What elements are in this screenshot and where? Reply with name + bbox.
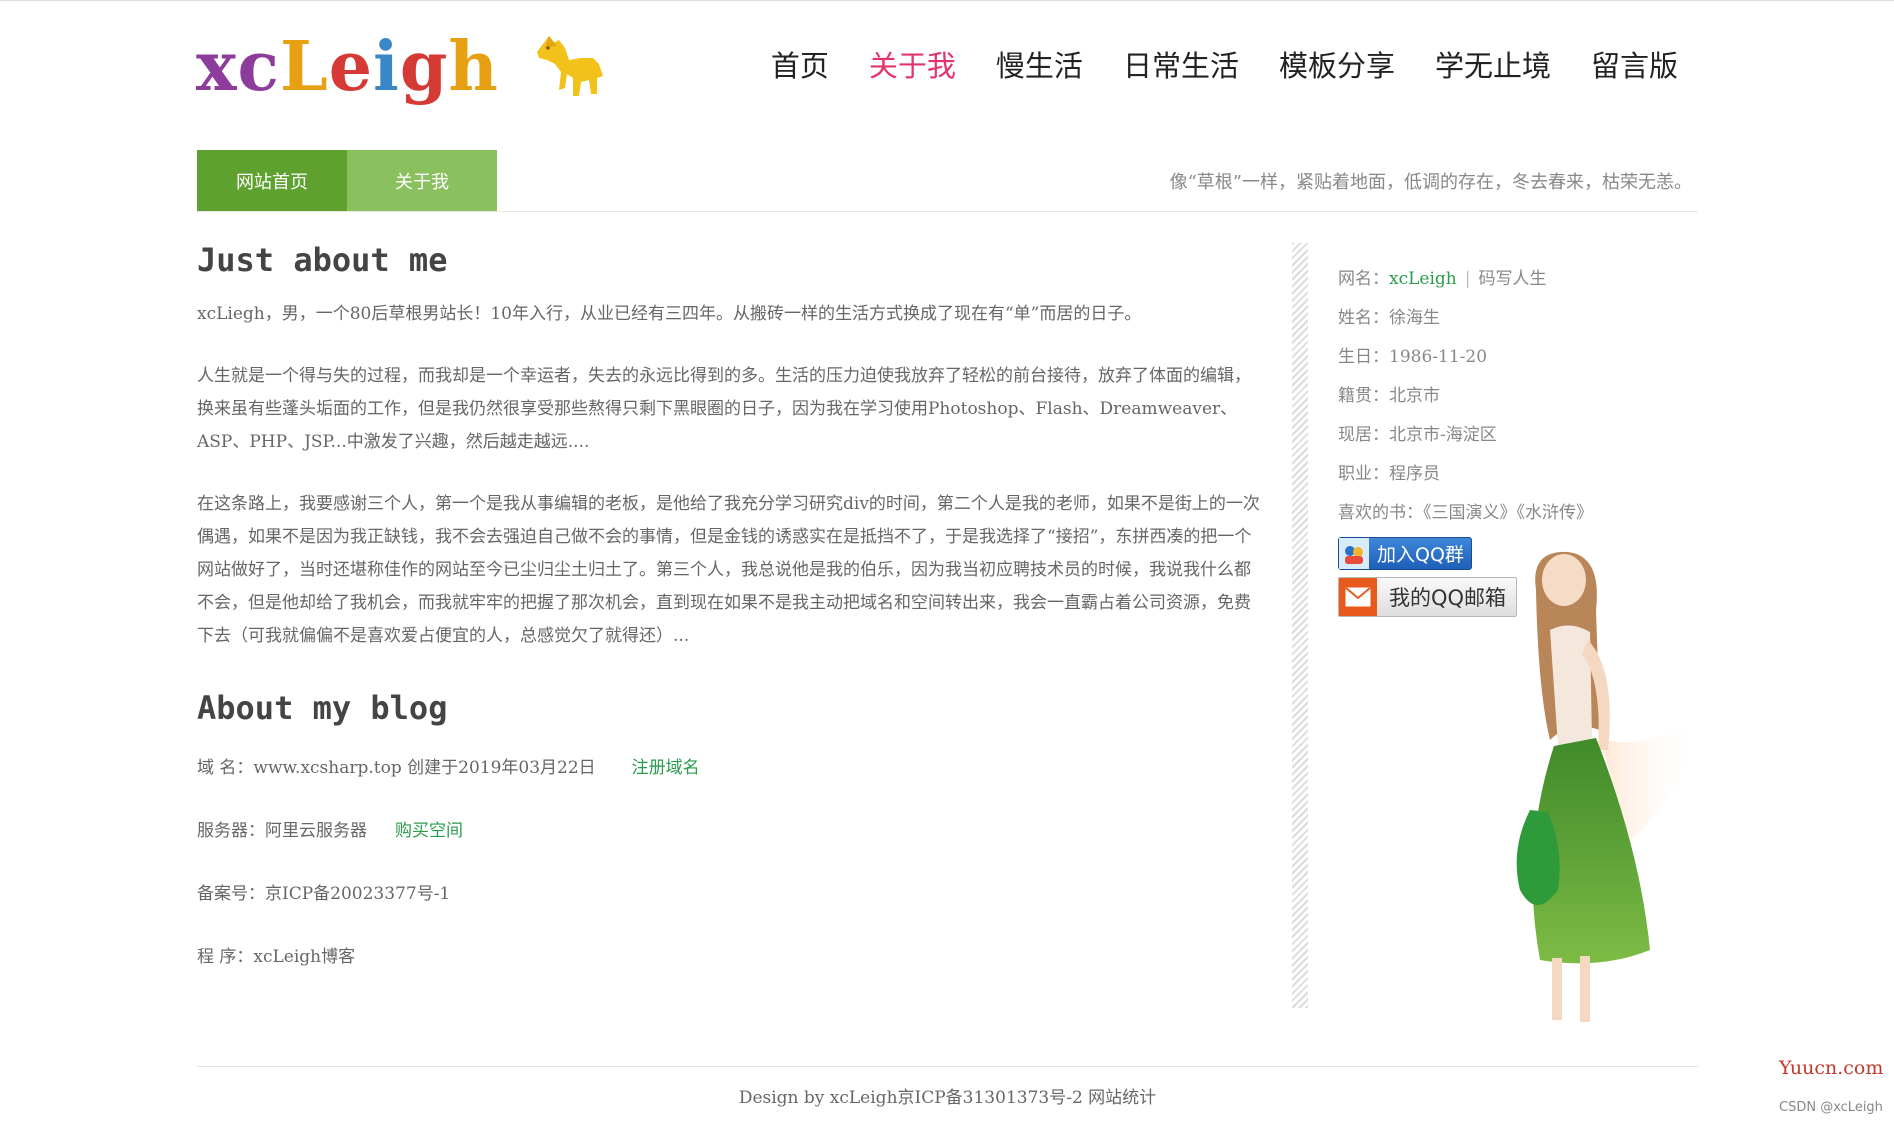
girl-illustration-svg [1516,551,1698,1022]
register-domain-link[interactable]: 注册域名 [632,758,700,778]
profile-books: 喜欢的书：《三国演义》《水浒传》 [1338,503,1593,523]
profile-sidebar: 网名：xcLeigh | 码写人生 姓名：徐海生 生日：1986-11-20 籍贯：… [1338,260,1698,533]
horse-icon [536,36,603,96]
about-content: Just about me xcLiegh，男，一个80后草根男站长！10年入行… [197,240,1267,974]
footer-divider [197,1066,1698,1067]
nickname-extra: 码写人生 [1478,269,1547,289]
site-footer: Design by xcLeigh京ICP备31301373号-2 网站统计 [197,1083,1698,1108]
nav-learning[interactable]: 学无止境 [1435,44,1551,88]
logo-letter: g [399,27,449,107]
breadcrumb-about-tab[interactable]: 关于我 [347,150,497,211]
nickname-separator: | [1464,269,1471,289]
watermark-csdn: CSDN @xcLeigh [1779,1100,1883,1115]
profile-residence: 现居：北京市-海淀区 [1338,425,1497,445]
top-border [0,0,1894,1]
logo-letter: x [196,27,238,107]
logo-text: xcLeigh [196,33,499,101]
nav-daily-life[interactable]: 日常生活 [1123,44,1239,88]
logo-letter: c [237,27,280,107]
nickname-label: 网名： [1338,269,1389,289]
profile-job: 职业：程序员 [1338,464,1440,484]
blog-icp-row: 备案号：京ICP备20023377号-1 [197,884,451,904]
buy-space-link[interactable]: 购买空间 [395,821,463,841]
nav-slow-life[interactable]: 慢生活 [996,44,1083,88]
mail-icon [1339,578,1377,616]
section-heading-about-me: Just about me [197,241,448,279]
main-nav: 首页 关于我 慢生活 日常生活 模板分享 学无止境 留言版 [771,44,1678,88]
blog-server-row: 服务器：阿里云服务器 购买空间 [197,815,1267,848]
intro-paragraph: xcLiegh，男，一个80后草根男站长！10年入行，从业已经有三四年。从搬砖一… [197,304,1142,324]
logo-letter: L [279,27,329,107]
logo-letter: e [328,27,374,107]
nav-about[interactable]: 关于我 [869,44,956,88]
breadcrumb-bar: 网站首页 关于我 像“草根”一样，紧贴着地面，低调的存在，冬去春来，枯荣无恙。 [197,150,1698,212]
qq-group-icon [1339,538,1369,569]
column-divider [1292,243,1308,1008]
blog-server-text: 服务器：阿里云服务器 [197,821,367,841]
nav-home[interactable]: 首页 [771,44,829,88]
site-motto: 像“草根”一样，紧贴着地面，低调的存在，冬去春来，枯荣无恙。 [1169,172,1692,193]
thanks-paragraph: 在这条路上，我要感谢三个人，第一个是我从事编辑的老板，是他给了我充分学习研究di… [197,494,1260,646]
story-paragraph: 人生就是一个得与失的过程，而我却是一个幸运者，失去的永远比得到的多。生活的压力迫… [197,366,1251,452]
join-qq-group-button[interactable]: 加入QQ群 [1338,537,1472,570]
profile-name: 姓名：徐海生 [1338,308,1440,328]
nav-templates[interactable]: 模板分享 [1279,44,1395,88]
logo-letter: i [373,27,400,107]
blog-program-row: 程 序：xcLeigh博客 [197,947,356,967]
section-heading-about-blog: About my blog [197,689,448,727]
blog-domain-text: 域 名：www.xcsharp.top 创建于2019年03月22日 [197,758,596,778]
watermark-site: Yuucn.com [1779,1057,1884,1079]
profile-birthday: 生日：1986-11-20 [1338,347,1488,367]
footer-text: Design by xcLeigh京ICP备31301373号-2 网站统计 [738,1088,1157,1108]
profile-hometown: 籍贯：北京市 [1338,386,1440,406]
nav-guestbook[interactable]: 留言版 [1591,44,1678,88]
nickname-link[interactable]: xcLeigh [1389,269,1457,289]
site-logo[interactable]: xcLeigh [196,22,607,112]
join-qq-group-label: 加入QQ群 [1377,544,1464,566]
logo-letter: h [448,27,499,107]
blog-domain-row: 域 名：www.xcsharp.top 创建于2019年03月22日 注册域名 [197,752,1267,785]
girl-illustration [1440,550,1700,1035]
breadcrumb-home-tab[interactable]: 网站首页 [197,150,347,211]
qq-mail-button[interactable]: 我的QQ邮箱 [1338,577,1517,617]
qq-mail-label: 我的QQ邮箱 [1389,586,1507,610]
profile-nickname: 网名：xcLeigh | 码写人生 [1338,260,1698,299]
